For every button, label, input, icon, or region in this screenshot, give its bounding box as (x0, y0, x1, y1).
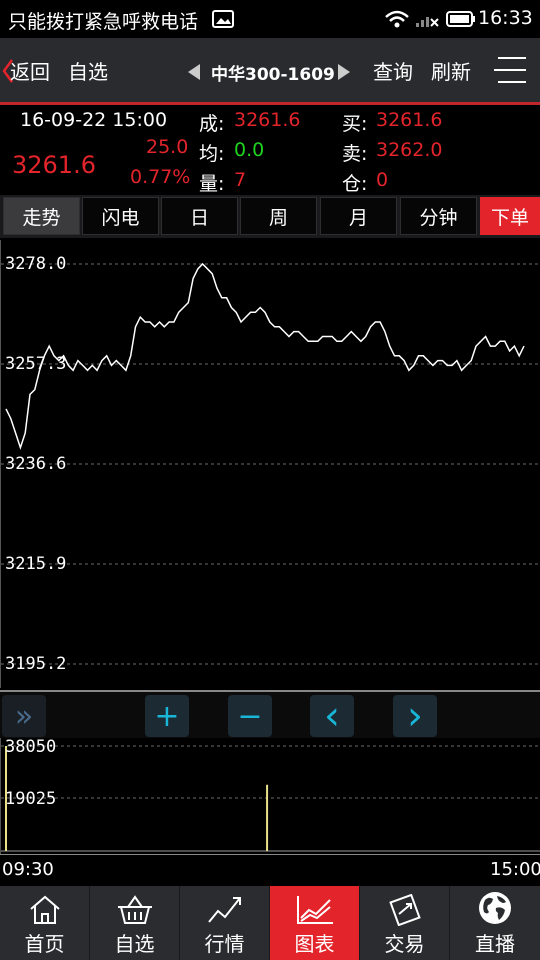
ask-value: 3262.0 (376, 139, 443, 161)
chevron-right-icon: › (407, 693, 423, 739)
home-icon (29, 895, 60, 924)
zoom-in-button[interactable]: + (145, 695, 189, 737)
status-bar: 只能拨打紧急呼救电话 16:33 (0, 0, 540, 38)
trade-icon (388, 894, 421, 926)
nav-market-label: 行情 (204, 932, 245, 956)
nav-trade[interactable]: 交易 (360, 886, 450, 960)
tab-flash[interactable]: 闪电 (82, 197, 159, 235)
wifi-icon (385, 10, 409, 28)
nav-favorites-label: 自选 (114, 932, 155, 956)
bid-label: 买: (342, 113, 368, 135)
nav-market[interactable]: 行情 (180, 886, 270, 960)
deal-value: 3261.6 (234, 109, 301, 131)
nav-favorites[interactable]: 自选 (90, 886, 180, 960)
price-tick-label: 3278.0 (5, 254, 67, 274)
nav-live[interactable]: 直播 (450, 886, 540, 960)
tab-month[interactable]: 月 (320, 197, 397, 235)
image-icon (212, 10, 234, 28)
time-end-label: 15:00 (490, 859, 540, 880)
minus-icon: − (237, 698, 263, 734)
price-tick-label: 3215.9 (5, 554, 67, 574)
time-start-label: 09:30 (2, 859, 54, 880)
volume-value: 7 (234, 169, 247, 191)
quote-panel: 16-09-22 15:00 3261.6 25.0 0.77% 成: 3261… (0, 105, 540, 195)
refresh-button[interactable]: 刷新 (431, 56, 471, 85)
nav-chart-label: 图表 (294, 932, 335, 956)
price-tick-label: 3195.2 (5, 654, 67, 674)
price-change: 25.0 (146, 136, 189, 158)
bottom-nav: 首页 自选 行情 图表 交易 直播 (0, 886, 540, 960)
plus-icon: + (154, 698, 180, 734)
tab-week[interactable]: 周 (240, 197, 317, 235)
volume-chart[interactable]: 38050 19025 (0, 737, 540, 854)
signal-icon (416, 17, 439, 27)
price-line (5, 262, 525, 450)
next-contract-icon[interactable] (336, 62, 352, 82)
zoom-out-button[interactable]: − (228, 695, 272, 737)
nav-chart[interactable]: 图表 (270, 886, 360, 960)
favorites-button[interactable]: 自选 (68, 56, 108, 85)
bid-value: 3261.6 (376, 109, 443, 131)
quote-datetime: 16-09-22 15:00 (20, 109, 168, 131)
volume-tick-label: 38050 (5, 737, 57, 757)
chart-controls: » + − ‹ › (0, 690, 540, 738)
period-tabs: 走势 闪电 日 周 月 分钟 下单 (0, 195, 540, 238)
expand-button[interactable]: » (2, 695, 46, 737)
nav-home[interactable]: 首页 (0, 886, 90, 960)
place-order-button[interactable]: 下单 (480, 197, 540, 235)
back-button[interactable]: 返回 (10, 56, 50, 85)
volume-tick-label: 19025 (5, 789, 57, 809)
price-chart-svg (1, 262, 540, 665)
nav-home-label: 首页 (24, 932, 65, 956)
clock: 16:33 (478, 7, 533, 29)
menu-icon[interactable] (494, 54, 528, 86)
contract-title: 中华300-1609 (211, 65, 335, 85)
position-value: 0 (376, 169, 389, 191)
scroll-left-button[interactable]: ‹ (310, 695, 354, 737)
time-axis: 09:30 15:00 (0, 854, 540, 885)
volume-label: 量: (199, 173, 225, 195)
ask-label: 卖: (342, 143, 368, 165)
prev-contract-icon[interactable] (186, 62, 202, 82)
volume-chart-svg (1, 745, 540, 852)
avg-label: 均: (199, 143, 225, 165)
position-label: 仓: (342, 173, 368, 195)
trend-line-icon (207, 897, 241, 923)
last-price: 3261.6 (12, 151, 96, 179)
price-tick-label: 3257.3 (5, 354, 67, 374)
battery-icon (446, 11, 475, 27)
price-chart[interactable]: 3278.0 3257.3 3236.6 3215.9 3195.2 (0, 240, 540, 688)
tab-trend[interactable]: 走势 (3, 197, 80, 235)
chart-icon (296, 896, 333, 924)
basket-icon (117, 895, 152, 924)
top-nav: 返回 自选 中华300-1609 查询 刷新 (0, 38, 540, 102)
nav-trade-label: 交易 (384, 932, 425, 956)
tab-minute[interactable]: 分钟 (400, 197, 477, 235)
price-change-pct: 0.77% (130, 166, 191, 188)
status-notice: 只能拨打紧急呼救电话 (8, 11, 199, 33)
scroll-right-button[interactable]: › (393, 695, 437, 737)
tab-day[interactable]: 日 (161, 197, 238, 235)
double-chevron-right-icon: » (14, 698, 34, 734)
avg-value: 0.0 (234, 139, 265, 161)
globe-icon (479, 892, 511, 924)
nav-live-label: 直播 (475, 932, 515, 956)
price-tick-label: 3236.6 (5, 454, 67, 474)
query-button[interactable]: 查询 (373, 56, 413, 85)
chevron-left-icon: ‹ (324, 693, 340, 739)
deal-label: 成: (199, 113, 225, 135)
